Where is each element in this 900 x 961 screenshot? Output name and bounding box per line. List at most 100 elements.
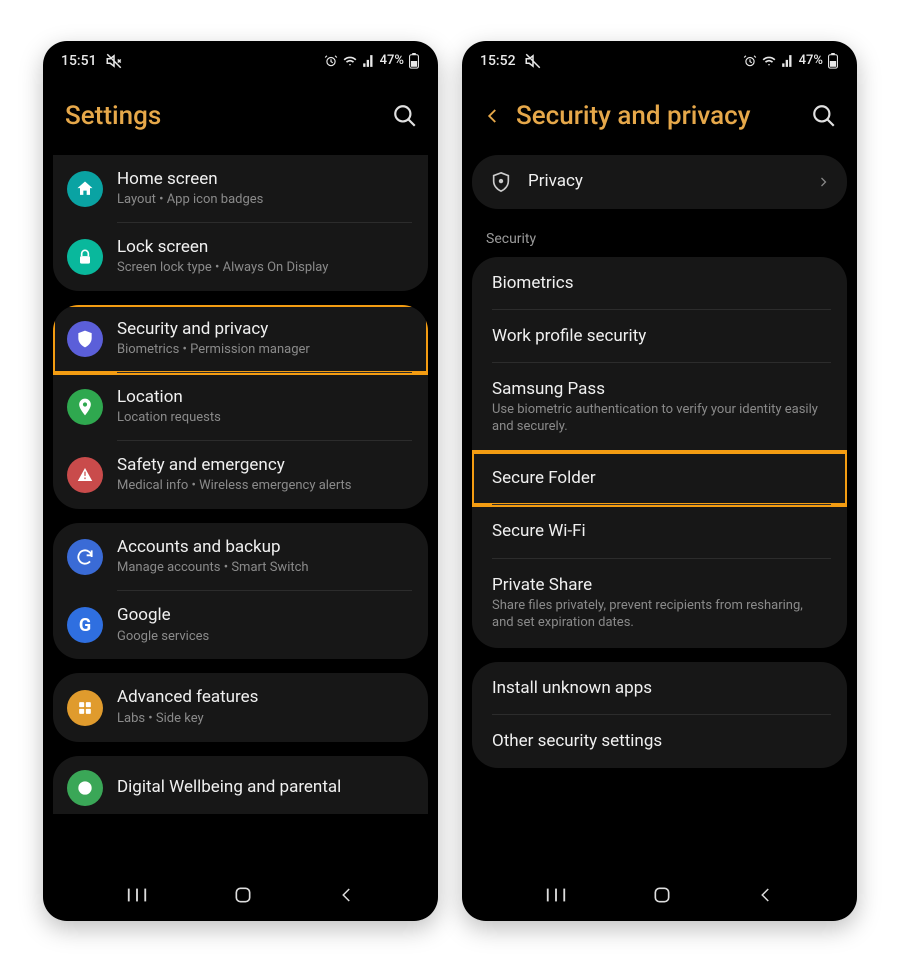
settings-group: Accounts and backup Manage accounts • Sm…: [53, 523, 428, 659]
nav-recents[interactable]: [126, 886, 148, 904]
nav-bar: [462, 869, 857, 921]
item-title: Location: [117, 387, 412, 408]
item-subtitle: Layout • App icon badges: [117, 192, 412, 209]
item-title: Advanced features: [117, 687, 412, 708]
lock-icon: [67, 239, 103, 275]
nav-home[interactable]: [233, 885, 253, 905]
item-title: Privacy: [528, 171, 801, 192]
item-secure-wifi[interactable]: Secure Wi-Fi: [472, 505, 847, 558]
item-subtitle: Screen lock type • Always On Display: [117, 260, 412, 277]
item-private-share[interactable]: Private Share Share files privately, pre…: [472, 559, 847, 648]
search-icon[interactable]: [811, 103, 837, 129]
battery-percent: 47%: [799, 53, 823, 68]
status-time: 15:51: [61, 53, 97, 69]
battery-icon: [827, 53, 839, 69]
item-subtitle: Biometrics • Permission manager: [117, 342, 412, 359]
advanced-icon: [67, 690, 103, 726]
item-home-screen[interactable]: Home screen Layout • App icon badges: [53, 155, 428, 223]
item-title: Safety and emergency: [117, 455, 412, 476]
settings-group: Advanced features Labs • Side key: [53, 673, 428, 741]
wifi-icon: [761, 54, 777, 68]
item-title: Biometrics: [492, 273, 827, 294]
sync-icon: [67, 539, 103, 575]
settings-group: Digital Wellbeing and parental: [53, 756, 428, 814]
item-title: Private Share: [492, 575, 827, 596]
home-icon: [67, 171, 103, 207]
back-icon[interactable]: [484, 107, 502, 125]
mute-icon: [105, 52, 123, 70]
search-icon[interactable]: [392, 103, 418, 129]
nav-back[interactable]: [338, 886, 356, 904]
item-biometrics[interactable]: Biometrics: [472, 257, 847, 310]
battery-percent: 47%: [380, 53, 404, 68]
item-title: Other security settings: [492, 731, 827, 752]
alert-icon: [67, 457, 103, 493]
alarm-icon: [324, 54, 338, 68]
phone-security: 15:52 47% Security and privacy Privacy S…: [462, 41, 857, 921]
item-subtitle: Use biometric authentication to verify y…: [492, 402, 827, 436]
shield-icon: [67, 321, 103, 357]
shield-outline-icon: [490, 171, 512, 193]
nav-back[interactable]: [757, 886, 775, 904]
item-title: Install unknown apps: [492, 678, 827, 699]
wellbeing-icon: [67, 770, 103, 806]
location-icon: [67, 389, 103, 425]
item-title: Work profile security: [492, 326, 827, 347]
item-digital-wellbeing[interactable]: Digital Wellbeing and parental: [53, 756, 428, 810]
status-bar: 15:51 47%: [43, 41, 438, 81]
item-subtitle: Manage accounts • Smart Switch: [117, 560, 412, 577]
item-title: Home screen: [117, 169, 412, 190]
settings-group: Security and privacy Biometrics • Permis…: [53, 305, 428, 509]
chevron-right-icon: [817, 172, 829, 192]
item-subtitle: Location requests: [117, 410, 412, 427]
item-advanced-features[interactable]: Advanced features Labs • Side key: [53, 673, 428, 741]
settings-group: Home screen Layout • App icon badges Loc…: [53, 155, 428, 291]
security-group: Install unknown apps Other security sett…: [472, 662, 847, 769]
item-other-security-settings[interactable]: Other security settings: [472, 715, 847, 768]
nav-home[interactable]: [652, 885, 672, 905]
item-security-privacy[interactable]: Security and privacy Biometrics • Permis…: [53, 305, 428, 373]
mute-icon: [524, 52, 542, 70]
item-title: Digital Wellbeing and parental: [117, 777, 412, 798]
item-subtitle: Labs • Side key: [117, 711, 412, 728]
item-title: Samsung Pass: [492, 379, 827, 400]
item-title: Accounts and backup: [117, 537, 412, 558]
header: Settings: [43, 81, 438, 155]
nav-bar: [43, 869, 438, 921]
page-title: Settings: [65, 101, 378, 131]
google-icon: G: [67, 607, 103, 643]
item-privacy[interactable]: Privacy: [472, 155, 847, 209]
header: Security and privacy: [462, 81, 857, 155]
phone-settings: 15:51 47% Settings Home screen Layout • …: [43, 41, 438, 921]
item-lock-screen[interactable]: Lock screen Screen lock type • Always On…: [53, 223, 428, 291]
item-subtitle: Share files privately, prevent recipient…: [492, 598, 827, 632]
battery-icon: [408, 53, 420, 69]
item-work-profile-security[interactable]: Work profile security: [472, 310, 847, 363]
item-title: Google: [117, 605, 412, 626]
item-title: Secure Folder: [492, 468, 827, 489]
security-list[interactable]: Privacy Security Biometrics Work profile…: [462, 155, 857, 869]
page-title: Security and privacy: [516, 101, 797, 131]
item-secure-folder[interactable]: Secure Folder: [472, 452, 847, 505]
security-group: Biometrics Work profile security Samsung…: [472, 257, 847, 648]
item-safety-emergency[interactable]: Safety and emergency Medical info • Wire…: [53, 441, 428, 509]
status-bar: 15:52 47%: [462, 41, 857, 81]
settings-list[interactable]: Home screen Layout • App icon badges Loc…: [43, 155, 438, 869]
item-samsung-pass[interactable]: Samsung Pass Use biometric authenticatio…: [472, 363, 847, 452]
item-google[interactable]: G Google Google services: [53, 591, 428, 659]
item-title: Lock screen: [117, 237, 412, 258]
alarm-icon: [743, 54, 757, 68]
wifi-icon: [342, 54, 358, 68]
item-title: Security and privacy: [117, 319, 412, 340]
item-subtitle: Medical info • Wireless emergency alerts: [117, 478, 412, 495]
nav-recents[interactable]: [545, 886, 567, 904]
section-label: Security: [472, 225, 847, 257]
signal-icon: [781, 54, 795, 68]
signal-icon: [362, 54, 376, 68]
item-accounts-backup[interactable]: Accounts and backup Manage accounts • Sm…: [53, 523, 428, 591]
item-subtitle: Google services: [117, 629, 412, 646]
item-location[interactable]: Location Location requests: [53, 373, 428, 441]
item-title: Secure Wi-Fi: [492, 521, 827, 542]
status-time: 15:52: [480, 53, 516, 69]
item-install-unknown-apps[interactable]: Install unknown apps: [472, 662, 847, 715]
